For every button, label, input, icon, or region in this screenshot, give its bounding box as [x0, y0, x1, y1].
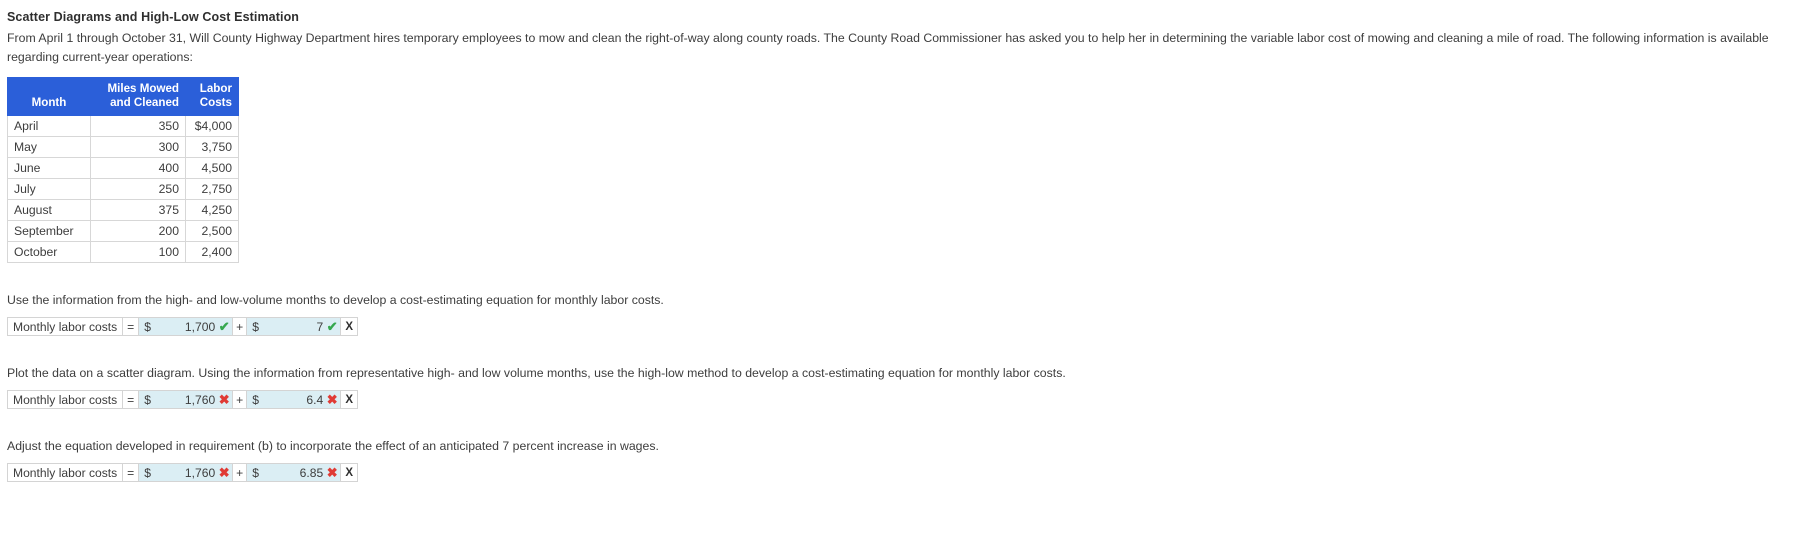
- answer-label-b: Monthly labor costs: [8, 391, 124, 408]
- correct-check-icon-a-1: ✔: [217, 318, 234, 335]
- currency-symbol-b-2: $: [247, 391, 264, 408]
- table-row: April 350 $4,000: [7, 115, 239, 137]
- column-header-labor-line2: Costs: [199, 96, 232, 109]
- table-row: September 200 2,500: [7, 220, 239, 242]
- variable-suffix-c: X: [345, 466, 354, 479]
- table-row: August 375 4,250: [7, 199, 239, 221]
- cell-miles: 300: [90, 136, 186, 158]
- column-header-month: Month: [7, 77, 91, 116]
- equals-sign-b: =: [123, 391, 140, 408]
- problem-page: Scatter Diagrams and High-Low Cost Estim…: [0, 0, 1813, 482]
- column-header-miles-line1: Miles Mowed: [107, 82, 179, 95]
- requirement-block-c: Adjust the equation developed in require…: [7, 437, 1813, 482]
- answer-row-b: Monthly labor costs = $ 1,760 ✖ + $ 6.4 …: [7, 390, 359, 409]
- fixed-cost-input-c[interactable]: 1,760: [155, 464, 218, 481]
- requirement-text-a: Use the information from the high- and l…: [7, 293, 664, 307]
- variable-suffix-b: X: [345, 393, 354, 406]
- table-row: July 250 2,750: [7, 178, 239, 200]
- cell-labor-cost: 2,500: [185, 220, 239, 242]
- table-row: October 100 2,400: [7, 241, 239, 263]
- requirement-text-c: Adjust the equation developed in require…: [7, 439, 659, 453]
- cell-month: June: [7, 157, 91, 179]
- cell-month: October: [7, 241, 91, 263]
- cell-miles: 400: [90, 157, 186, 179]
- requirement-block-a: Use the information from the high- and l…: [7, 291, 1813, 336]
- variable-rate-input-c[interactable]: 6.85: [263, 464, 326, 481]
- incorrect-cross-icon-c-2: ✖: [325, 464, 342, 481]
- intro-paragraph: From April 1 through October 31, Will Co…: [7, 31, 1769, 64]
- cell-month: May: [7, 136, 91, 158]
- currency-symbol-a-2: $: [247, 318, 264, 335]
- column-header-labor-costs: Labor Costs: [185, 77, 239, 116]
- currency-symbol-b-1: $: [139, 391, 156, 408]
- answer-label-a: Monthly labor costs: [8, 318, 124, 335]
- cell-labor-cost: $4,000: [185, 115, 239, 137]
- answer-row-c: Monthly labor costs = $ 1,760 ✖ + $ 6.85…: [7, 463, 359, 482]
- requirement-text-b: Plot the data on a scatter diagram. Usin…: [7, 366, 1066, 380]
- currency-symbol-a-1: $: [139, 318, 156, 335]
- correct-check-icon-a-2: ✔: [325, 318, 342, 335]
- table-body: April 350 $4,000 May 300 3,750 June 400 …: [7, 115, 239, 263]
- table-head: Month Miles Mowed and Cleaned Labor Cost…: [7, 77, 239, 116]
- cell-labor-cost: 3,750: [185, 136, 239, 158]
- cell-month: July: [7, 178, 91, 200]
- cell-month: September: [7, 220, 91, 242]
- cell-miles: 250: [90, 178, 186, 200]
- requirement-block-b: Plot the data on a scatter diagram. Usin…: [7, 364, 1813, 409]
- table-header-row: Month Miles Mowed and Cleaned Labor Cost…: [7, 77, 239, 116]
- variable-rate-input-a[interactable]: 7: [263, 318, 326, 335]
- cell-labor-cost: 4,250: [185, 199, 239, 221]
- table-row: June 400 4,500: [7, 157, 239, 179]
- table-row: May 300 3,750: [7, 136, 239, 158]
- cell-miles: 375: [90, 199, 186, 221]
- variable-suffix-a: X: [345, 320, 354, 333]
- column-header-miles: Miles Mowed and Cleaned: [90, 77, 186, 116]
- cell-miles: 350: [90, 115, 186, 137]
- operations-data-table-wrapper: Month Miles Mowed and Cleaned Labor Cost…: [7, 77, 1813, 263]
- incorrect-cross-icon-b-1: ✖: [217, 391, 234, 408]
- equals-sign-a: =: [123, 318, 140, 335]
- plus-sign-c: +: [233, 464, 248, 481]
- variable-rate-input-b[interactable]: 6.4: [263, 391, 326, 408]
- answer-label-c: Monthly labor costs: [8, 464, 124, 481]
- column-header-labor-line1: Labor: [199, 82, 232, 95]
- fixed-cost-input-a[interactable]: 1,700: [155, 318, 218, 335]
- cell-miles: 100: [90, 241, 186, 263]
- fixed-cost-input-b[interactable]: 1,760: [155, 391, 218, 408]
- cell-month: August: [7, 199, 91, 221]
- plus-sign-b: +: [233, 391, 248, 408]
- equals-sign-c: =: [123, 464, 140, 481]
- plus-sign-a: +: [233, 318, 248, 335]
- column-header-miles-line2: and Cleaned: [110, 96, 179, 109]
- cell-labor-cost: 2,750: [185, 178, 239, 200]
- cell-month: April: [7, 115, 91, 137]
- currency-symbol-c-1: $: [139, 464, 156, 481]
- operations-data-table: Month Miles Mowed and Cleaned Labor Cost…: [7, 77, 239, 263]
- cell-miles: 200: [90, 220, 186, 242]
- answer-row-a: Monthly labor costs = $ 1,700 ✔ + $ 7 ✔ …: [7, 317, 359, 336]
- cell-labor-cost: 4,500: [185, 157, 239, 179]
- currency-symbol-c-2: $: [247, 464, 264, 481]
- page-title: Scatter Diagrams and High-Low Cost Estim…: [7, 10, 300, 24]
- cell-labor-cost: 2,400: [185, 241, 239, 263]
- incorrect-cross-icon-c-1: ✖: [217, 464, 234, 481]
- incorrect-cross-icon-b-2: ✖: [325, 391, 342, 408]
